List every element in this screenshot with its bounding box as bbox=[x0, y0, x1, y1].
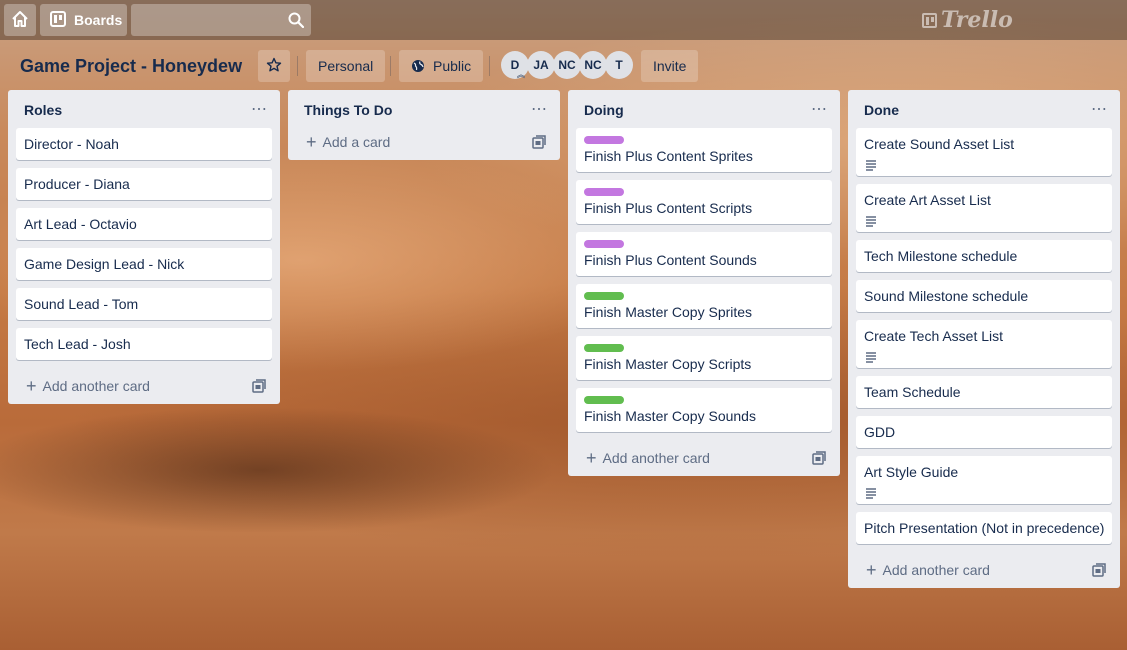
add-card-label: Add a card bbox=[322, 134, 391, 150]
boards-button[interactable]: Boards bbox=[40, 4, 127, 36]
list-doing: Doing ⋯ Finish Plus Content Sprites Fini… bbox=[568, 90, 840, 476]
card[interactable]: Finish Master Copy Scripts bbox=[576, 336, 832, 380]
add-card-button[interactable]: + Add another card bbox=[856, 552, 1112, 588]
description-icon bbox=[864, 486, 1104, 504]
member-avatar[interactable]: T bbox=[605, 51, 633, 79]
list-header: Things To Do ⋯ bbox=[288, 90, 560, 128]
more-icon[interactable]: ⋯ bbox=[531, 99, 548, 119]
divider bbox=[390, 56, 391, 76]
card-template-icon[interactable] bbox=[532, 135, 546, 152]
description-icon bbox=[864, 214, 1104, 232]
card[interactable]: Sound Lead - Tom bbox=[16, 288, 272, 320]
list-done: Done ⋯ Create Sound Asset List Create Ar… bbox=[848, 90, 1120, 588]
star-button[interactable] bbox=[258, 50, 290, 82]
add-card-button[interactable]: + Add a card bbox=[296, 124, 552, 160]
card[interactable]: Create Tech Asset List bbox=[856, 320, 1112, 368]
card[interactable]: Create Sound Asset List bbox=[856, 128, 1112, 176]
trello-logo[interactable]: Trello bbox=[922, 7, 1013, 33]
list-roles: Roles ⋯ Director - Noah Producer - Diana… bbox=[8, 90, 280, 404]
more-icon[interactable]: ⋯ bbox=[251, 99, 268, 119]
divider bbox=[297, 56, 298, 76]
more-icon[interactable]: ⋯ bbox=[1091, 99, 1108, 119]
card[interactable]: Producer - Diana bbox=[16, 168, 272, 200]
card-label[interactable] bbox=[584, 136, 624, 144]
home-icon bbox=[11, 10, 29, 31]
member-avatar[interactable]: NC bbox=[553, 51, 581, 79]
logo-text: Trello bbox=[941, 7, 1013, 33]
admin-chevron-icon: ︽ bbox=[517, 70, 525, 79]
public-visibility-button[interactable]: Public bbox=[399, 50, 484, 82]
list-title[interactable]: Things To Do bbox=[304, 102, 392, 118]
plus-icon: + bbox=[306, 132, 317, 152]
card[interactable]: Finish Master Copy Sounds bbox=[576, 388, 832, 432]
add-card-label: Add another card bbox=[882, 562, 990, 578]
card-label[interactable] bbox=[584, 240, 624, 248]
description-icon bbox=[864, 158, 1104, 176]
plus-icon: + bbox=[866, 560, 877, 580]
card-label[interactable] bbox=[584, 396, 624, 404]
list-title[interactable]: Done bbox=[864, 102, 899, 118]
card[interactable]: GDD bbox=[856, 416, 1112, 448]
card[interactable]: Finish Plus Content Sprites bbox=[576, 128, 832, 172]
plus-icon: + bbox=[586, 448, 597, 468]
boards-icon bbox=[50, 10, 66, 30]
add-card-label: Add another card bbox=[42, 378, 150, 394]
card-label[interactable] bbox=[584, 292, 624, 300]
card-label[interactable] bbox=[584, 344, 624, 352]
invite-button[interactable]: Invite bbox=[641, 50, 699, 82]
public-label: Public bbox=[433, 58, 472, 74]
home-button[interactable] bbox=[4, 4, 36, 36]
card[interactable]: Pitch Presentation (Not in precedence) bbox=[856, 512, 1112, 544]
card[interactable]: Team Schedule bbox=[856, 376, 1112, 408]
search-box[interactable] bbox=[131, 4, 311, 36]
star-icon bbox=[266, 57, 282, 76]
card-template-icon[interactable] bbox=[252, 379, 266, 396]
list-header: Doing ⋯ bbox=[568, 90, 840, 128]
add-card-button[interactable]: + Add another card bbox=[16, 368, 272, 404]
globe-icon bbox=[411, 59, 425, 73]
description-icon bbox=[864, 350, 1104, 368]
card[interactable]: Finish Plus Content Sounds bbox=[576, 232, 832, 276]
card[interactable]: Director - Noah bbox=[16, 128, 272, 160]
card[interactable]: Tech Milestone schedule bbox=[856, 240, 1112, 272]
list-header: Roles ⋯ bbox=[8, 90, 280, 128]
add-card-button[interactable]: + Add another card bbox=[576, 440, 832, 476]
card[interactable]: Create Art Asset List bbox=[856, 184, 1112, 232]
member-avatar[interactable]: D ︽ bbox=[501, 51, 529, 79]
card[interactable]: Art Lead - Octavio bbox=[16, 208, 272, 240]
card[interactable]: Game Design Lead - Nick bbox=[16, 248, 272, 280]
team-visibility-button[interactable]: Personal bbox=[306, 50, 386, 82]
member-avatar[interactable]: JA bbox=[527, 51, 555, 79]
card-template-icon[interactable] bbox=[1092, 563, 1106, 580]
card[interactable]: Finish Plus Content Scripts bbox=[576, 180, 832, 224]
card[interactable]: Finish Master Copy Sprites bbox=[576, 284, 832, 328]
card[interactable]: Sound Milestone schedule bbox=[856, 280, 1112, 312]
member-avatar[interactable]: NC bbox=[579, 51, 607, 79]
search-input[interactable] bbox=[131, 4, 287, 36]
more-icon[interactable]: ⋯ bbox=[811, 99, 828, 119]
plus-icon: + bbox=[26, 376, 37, 396]
search-icon[interactable] bbox=[288, 12, 305, 33]
card[interactable]: Art Style Guide bbox=[856, 456, 1112, 504]
divider bbox=[489, 56, 490, 76]
top-bar: Boards Trello bbox=[0, 0, 1127, 40]
board-title[interactable]: Game Project - Honeydew bbox=[20, 56, 242, 77]
boards-label: Boards bbox=[74, 12, 123, 28]
list-title[interactable]: Roles bbox=[24, 102, 62, 118]
list-title[interactable]: Doing bbox=[584, 102, 624, 118]
card[interactable]: Tech Lead - Josh bbox=[16, 328, 272, 360]
trello-logo-icon bbox=[922, 12, 937, 28]
add-card-label: Add another card bbox=[602, 450, 710, 466]
list-header: Done ⋯ bbox=[848, 90, 1120, 128]
card-template-icon[interactable] bbox=[812, 451, 826, 468]
list-things-to-do: Things To Do ⋯ + Add a card bbox=[288, 90, 560, 160]
board-header: Game Project - Honeydew Personal Public … bbox=[0, 40, 1127, 90]
card-label[interactable] bbox=[584, 188, 624, 196]
